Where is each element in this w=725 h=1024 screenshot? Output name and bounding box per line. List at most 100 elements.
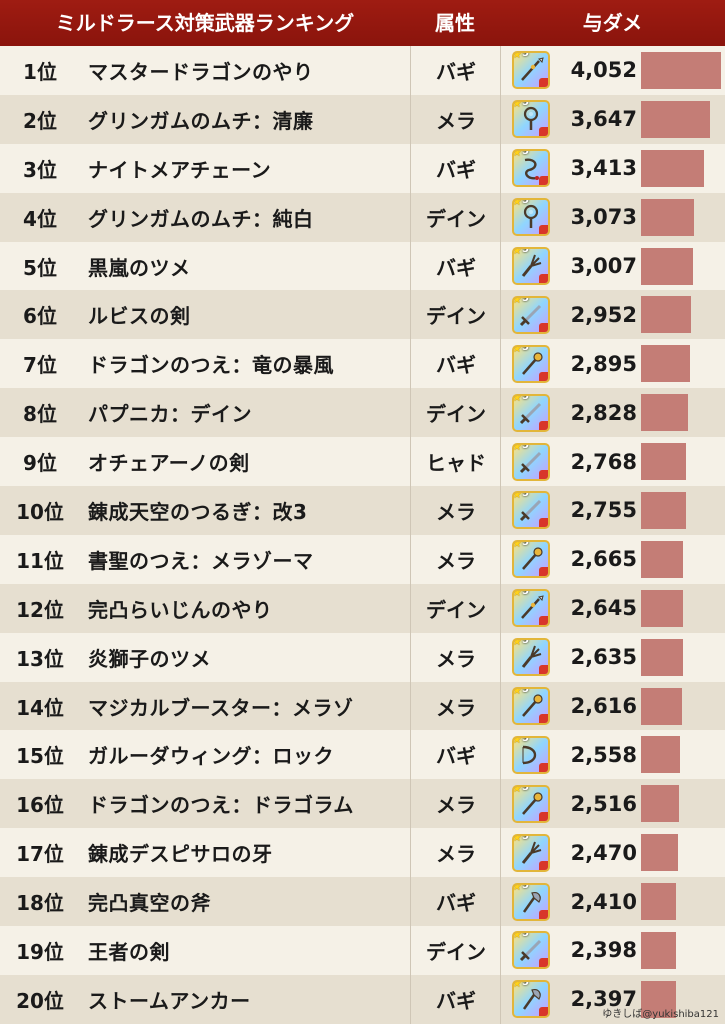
attribute-cell: デイン xyxy=(410,192,501,242)
star-icon: ★ xyxy=(512,149,522,160)
whip-icon: ★ 5 xyxy=(512,198,550,237)
table-row: 2位 グリンガムのムチ：清廉 メラ ★ 5 3,647 xyxy=(0,94,725,144)
element-corner-icon xyxy=(539,322,548,332)
sword-icon: ★ 5 xyxy=(512,295,550,334)
damage-bar-cell xyxy=(641,535,725,584)
attribute-cell: デイン xyxy=(410,290,501,340)
damage-bar xyxy=(641,932,676,970)
star-icon: ★ xyxy=(512,198,522,209)
star-icon: ★ xyxy=(512,833,522,844)
rarity-badge: 5 xyxy=(522,980,529,989)
table-row: 17位 錬成デスピサロの牙 メラ ★ 5 2,470 xyxy=(0,828,725,878)
damage-bar-cell xyxy=(641,388,725,437)
rank-cell: 15位 xyxy=(16,744,64,769)
table-row: 16位 ドラゴンのつえ：ドラゴラム メラ ★ 5 2,516 xyxy=(0,779,725,829)
weapon-icon-cell: ★ 5 xyxy=(500,94,561,144)
damage-value-cell: 2,645 xyxy=(570,596,637,621)
element-corner-icon xyxy=(539,567,548,577)
table-row: 15位 ガルーダウィング：ロック バギ ★ 5 2,558 xyxy=(0,730,725,780)
rank-cell: 18位 xyxy=(16,891,64,916)
rarity-badge: 5 xyxy=(522,540,529,549)
table-row: 11位 書聖のつえ：メラゾーマ メラ ★ 5 2,665 xyxy=(0,534,725,584)
damage-bar xyxy=(641,443,686,481)
star-icon: ★ xyxy=(512,247,522,257)
star-icon: ★ xyxy=(512,540,522,551)
weapon-name-cell: ドラゴンのつえ：ドラゴラム xyxy=(88,793,354,818)
rank-cell: 20位 xyxy=(16,988,64,1013)
weapon-icon-cell: ★ 5 xyxy=(500,681,561,731)
damage-bar-cell xyxy=(641,242,725,291)
table-row: 5位 黒嵐のツメ バギ ★ 5 3,007 xyxy=(0,241,725,291)
damage-bar xyxy=(641,149,704,187)
weapon-icon-cell: ★ 5 xyxy=(500,241,561,291)
damage-bar-cell xyxy=(641,144,725,193)
weapon-name-cell: 書聖のつえ：メラゾーマ xyxy=(88,548,314,573)
damage-bar-cell xyxy=(641,730,725,779)
table-row: 10位 錬成天空のつるぎ：改3 メラ ★ 5 2,755 xyxy=(0,486,725,535)
damage-bar xyxy=(641,785,679,823)
weapon-name-cell: オチェアーノの剣 xyxy=(88,451,250,476)
rank-cell: 14位 xyxy=(16,695,64,720)
whip-icon: ★ 5 xyxy=(512,100,550,139)
star-icon: ★ xyxy=(512,295,522,306)
weapon-name-cell: 炎獅子のツメ xyxy=(88,646,211,671)
attribute-cell: バギ xyxy=(410,974,501,1024)
table-row: 18位 完凸真空の斧 バギ ★ 5 2,410 xyxy=(0,877,725,927)
rarity-badge: 5 xyxy=(522,198,529,207)
attribute-cell: バギ xyxy=(410,241,501,291)
rarity-badge: 5 xyxy=(522,100,529,109)
damage-value-cell: 2,470 xyxy=(570,840,637,865)
staff-icon: ★ 5 xyxy=(512,687,550,726)
rarity-badge: 5 xyxy=(522,833,529,842)
damage-bar xyxy=(641,52,721,89)
sword-icon: ★ 5 xyxy=(512,931,550,970)
star-icon: ★ xyxy=(512,687,522,698)
attribute-cell: バギ xyxy=(410,730,501,780)
damage-bar xyxy=(641,492,686,530)
rarity-badge: 5 xyxy=(522,589,529,598)
damage-value-cell: 2,410 xyxy=(570,889,637,914)
star-icon: ★ xyxy=(512,100,522,111)
element-corner-icon xyxy=(539,176,548,186)
star-icon: ★ xyxy=(512,442,522,453)
rank-cell: 8位 xyxy=(23,402,57,427)
rank-cell: 4位 xyxy=(23,206,57,231)
attribute-cell: ヒャド xyxy=(410,437,501,487)
weapon-icon-cell: ★ 5 xyxy=(500,46,561,95)
damage-value-cell: 2,768 xyxy=(570,449,637,474)
attribute-cell: デイン xyxy=(410,388,501,438)
weapon-name-cell: ガルーダウィング：ロック xyxy=(88,744,334,769)
weapon-name-cell: ドラゴンのつえ：竜の暴風 xyxy=(88,353,334,378)
damage-bar xyxy=(641,345,690,383)
table-row: 12位 完凸らいじんのやり デイン ★ 5 2,645 xyxy=(0,583,725,633)
weapon-name-cell: マスタードラゴンのやり xyxy=(88,59,314,84)
damage-value-cell: 2,952 xyxy=(570,302,637,327)
weapon-icon-cell: ★ 5 xyxy=(500,877,561,927)
damage-value-cell: 2,616 xyxy=(570,694,637,719)
damage-bar xyxy=(641,296,691,334)
axe-icon: ★ 5 xyxy=(512,882,550,921)
star-icon: ★ xyxy=(512,784,522,795)
attribute-cell: バギ xyxy=(410,877,501,927)
chain-whip-icon: ★ 5 xyxy=(512,149,550,188)
damage-value-cell: 3,073 xyxy=(570,205,637,230)
damage-value-cell: 2,558 xyxy=(570,742,637,767)
rarity-badge: 5 xyxy=(522,51,529,60)
table-row: 8位 パプニカ：デイン デイン ★ 5 2,828 xyxy=(0,388,725,438)
element-corner-icon xyxy=(539,78,548,88)
damage-bar xyxy=(641,394,688,432)
element-corner-icon xyxy=(539,665,548,675)
table-row: 14位 マジカルブースター：メラゾ メラ ★ 5 2,616 xyxy=(0,681,725,731)
element-corner-icon xyxy=(539,225,548,235)
damage-bar xyxy=(641,589,683,627)
attribute-cell: メラ xyxy=(410,534,501,584)
damage-value-cell: 4,052 xyxy=(570,58,637,83)
star-icon: ★ xyxy=(512,589,522,600)
weapon-icon-cell: ★ 5 xyxy=(500,583,561,633)
weapon-name-cell: ナイトメアチェーン xyxy=(88,157,272,182)
weapon-name-cell: ストームアンカー xyxy=(88,988,251,1013)
staff-icon: ★ 5 xyxy=(512,344,550,383)
weapon-name-cell: 黒嵐のツメ xyxy=(88,255,191,280)
damage-value-cell: 3,007 xyxy=(570,254,637,278)
spear-icon: ★ 5 xyxy=(512,51,550,90)
